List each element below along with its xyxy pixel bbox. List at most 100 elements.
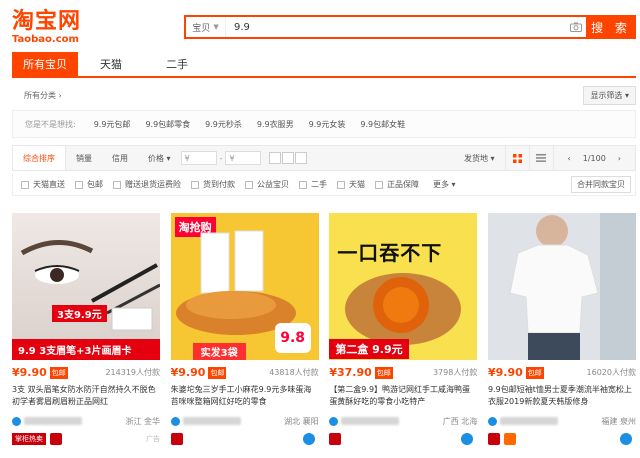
filter-checkbox[interactable]: 货到付款 [191, 179, 235, 190]
suggest-link[interactable]: 9.9元女装 [309, 119, 346, 130]
filter-checkbox[interactable]: 公益宝贝 [245, 179, 289, 190]
tab-secondhand[interactable]: 二手 [144, 52, 210, 76]
checkbox-icon [75, 180, 83, 189]
ship-from-label: 发货地 [463, 153, 488, 163]
filter-checkbox[interactable]: 正品保障 [375, 179, 419, 190]
tab-all-items[interactable]: 所有宝贝 [12, 52, 78, 76]
wangwang-icon[interactable] [461, 433, 474, 445]
product-image[interactable]: 淘抢购 实发3袋 9.8 [170, 213, 319, 360]
location: 湖北 襄阳 [284, 416, 319, 426]
filter-checkbox[interactable]: 包邮 [75, 179, 103, 190]
filter-checkbox[interactable]: 赠送退货运费险 [113, 179, 181, 190]
price-range-dash: - [219, 153, 223, 163]
product-card[interactable]: 一口吞不下 第二盒 9.9元 ¥37.90 包邮 3798人付款 【第二盒9.9… [329, 213, 478, 453]
product-image[interactable] [487, 213, 636, 360]
suggest-link[interactable]: 9.9包邮零食 [145, 119, 190, 130]
eyebrow-model-illustration [20, 240, 160, 331]
product-card[interactable]: 淘抢购 实发3袋 9.8 ¥9.90 包邮 43818人付款 朱婆坨兔三岁手工小… [170, 213, 319, 453]
search-input[interactable]: 9.9 [226, 22, 566, 33]
price-row: ¥37.90 包邮 3798人付款 [329, 366, 477, 379]
suggest-link[interactable]: 9.9元秒杀 [205, 119, 242, 130]
chevron-left-icon[interactable]: ‹ [568, 154, 571, 163]
price: ¥9.90 [12, 366, 47, 379]
breadcrumb-all[interactable]: 所有分类 › [12, 90, 62, 101]
tmall-icon [50, 433, 62, 445]
merge-same-button[interactable]: 合并同款宝贝 [571, 176, 631, 193]
wangwang-icon[interactable] [302, 433, 315, 445]
filter-checkbox-label: 货到付款 [203, 180, 235, 189]
shop-icon [487, 416, 497, 426]
tab-bar: 所有宝贝 天猫 二手 [12, 52, 636, 78]
search-category-label: 宝贝 [192, 23, 211, 34]
filter-checkbox-label: 正品保障 [387, 180, 419, 189]
product-title[interactable]: 【第二盒9.9】鸭游记网红手工咸海鸭蛋蛋黄酥好吃的零食小吃特产 [329, 384, 477, 408]
location: 福建 泉州 [601, 416, 636, 426]
camera-icon[interactable] [566, 17, 586, 37]
price-from-input[interactable]: ¥ [180, 151, 217, 165]
chevron-right-icon: › [58, 90, 62, 100]
product-title[interactable]: 9.9包邮短袖t恤男士夏季潮流半袖宽松上衣服2019新款夏天韩版修身 [488, 384, 636, 408]
grid-view-icon[interactable] [504, 146, 529, 170]
search-category-select[interactable]: 宝贝 ▼ [186, 17, 226, 37]
page-indicator: 1/100 [582, 153, 606, 163]
suggest-link[interactable]: 9.9包邮女鞋 [360, 119, 405, 130]
checkbox-icon [375, 180, 383, 189]
shop-name-blurred[interactable] [341, 417, 400, 425]
sold-count: 16020人付款 [586, 368, 636, 377]
more-filters-button[interactable]: 更多 ▾ [433, 179, 456, 190]
taobao-logo[interactable]: 淘宝网 Taobao.com [12, 10, 84, 46]
price: ¥9.90 [487, 366, 523, 379]
chevron-down-icon: ▾ [451, 180, 456, 189]
shop-name-blurred[interactable] [182, 417, 241, 425]
shop-icon [12, 416, 21, 426]
wangwang-icon[interactable] [619, 433, 632, 445]
ad-label: 广告 [146, 435, 160, 443]
suggest-label: 您是不是想找: [25, 119, 76, 129]
hot-seller-tag: 掌柜热卖 [12, 433, 46, 445]
tab-tmall[interactable]: 天猫 [78, 52, 144, 76]
chevron-right-icon[interactable]: › [618, 154, 621, 163]
promo-banner: 9.9 3支眉笔+3片画眉卡 [12, 339, 160, 360]
sort-price[interactable]: 价格 ▾ [138, 146, 181, 170]
more-filters-label: 更多 [433, 180, 449, 189]
pager: ‹ 1/100 › [552, 146, 635, 170]
search-button[interactable]: 搜 索 [586, 15, 636, 39]
tshirt-model-illustration [487, 213, 636, 360]
sort-sales[interactable]: 销量 [66, 146, 102, 170]
shop-name-blurred[interactable] [24, 417, 82, 425]
list-view-icon[interactable] [528, 146, 553, 170]
product-title[interactable]: 朱婆坨兔三岁手工小麻花9.9元多味蛋海苔咪咪整箱网红好吃的零食 [171, 384, 319, 408]
promo-text: 3支9.9元 [52, 305, 107, 322]
shop-name-blurred[interactable] [499, 417, 558, 425]
product-title[interactable]: 3支 双头眉笔女防水防汗自然持久不脱色初学者雾眉刷眉粉正品网红 [12, 384, 160, 408]
breadcrumb: 所有分类 › 显示筛选 ▾ [12, 84, 636, 106]
logo-domain: Taobao.com [12, 34, 79, 45]
ship-from-select[interactable]: 发货地 ▾ [454, 153, 505, 164]
logo-text: 淘宝网 [12, 9, 82, 34]
price-range-box [282, 152, 295, 164]
price-range-widget[interactable] [269, 152, 308, 164]
price-range-box [269, 152, 282, 164]
product-image[interactable]: 3支9.9元 9.9 3支眉笔+3片画眉卡 [12, 213, 160, 360]
filter-checkbox[interactable]: 天猫 [337, 179, 365, 190]
free-shipping-badge: 包邮 [49, 366, 68, 379]
product-card[interactable]: 3支9.9元 9.9 3支眉笔+3片画眉卡 ¥9.90 包邮 214319人付款… [12, 213, 160, 453]
price-to-input[interactable]: ¥ [225, 151, 262, 165]
bag-count-banner: 实发3袋 [192, 343, 246, 360]
new-icon [503, 433, 516, 445]
badge-row [329, 432, 477, 446]
sort-default[interactable]: 综合排序 [13, 146, 66, 170]
price-row: ¥9.90 包邮 214319人付款 [12, 366, 160, 379]
suggest-link[interactable]: 9.9元包邮 [94, 119, 131, 130]
filter-checkbox[interactable]: 天猫直送 [21, 179, 65, 190]
price-row: ¥9.90 包邮 43818人付款 [171, 366, 319, 379]
product-card[interactable]: ¥9.90 包邮 16020人付款 9.9包邮短袖t恤男士夏季潮流半袖宽松上衣服… [487, 213, 636, 453]
filter-checkbox[interactable]: 二手 [299, 179, 327, 190]
checkbox-icon [337, 180, 345, 189]
suggest-link[interactable]: 9.9衣服男 [257, 119, 294, 130]
display-filter-button[interactable]: 显示筛选 ▾ [583, 85, 636, 105]
product-image[interactable]: 一口吞不下 第二盒 9.9元 [329, 213, 478, 360]
sort-credit[interactable]: 信用 [102, 146, 138, 170]
free-shipping-badge: 包邮 [525, 366, 544, 379]
location: 浙江 金华 [125, 416, 160, 426]
